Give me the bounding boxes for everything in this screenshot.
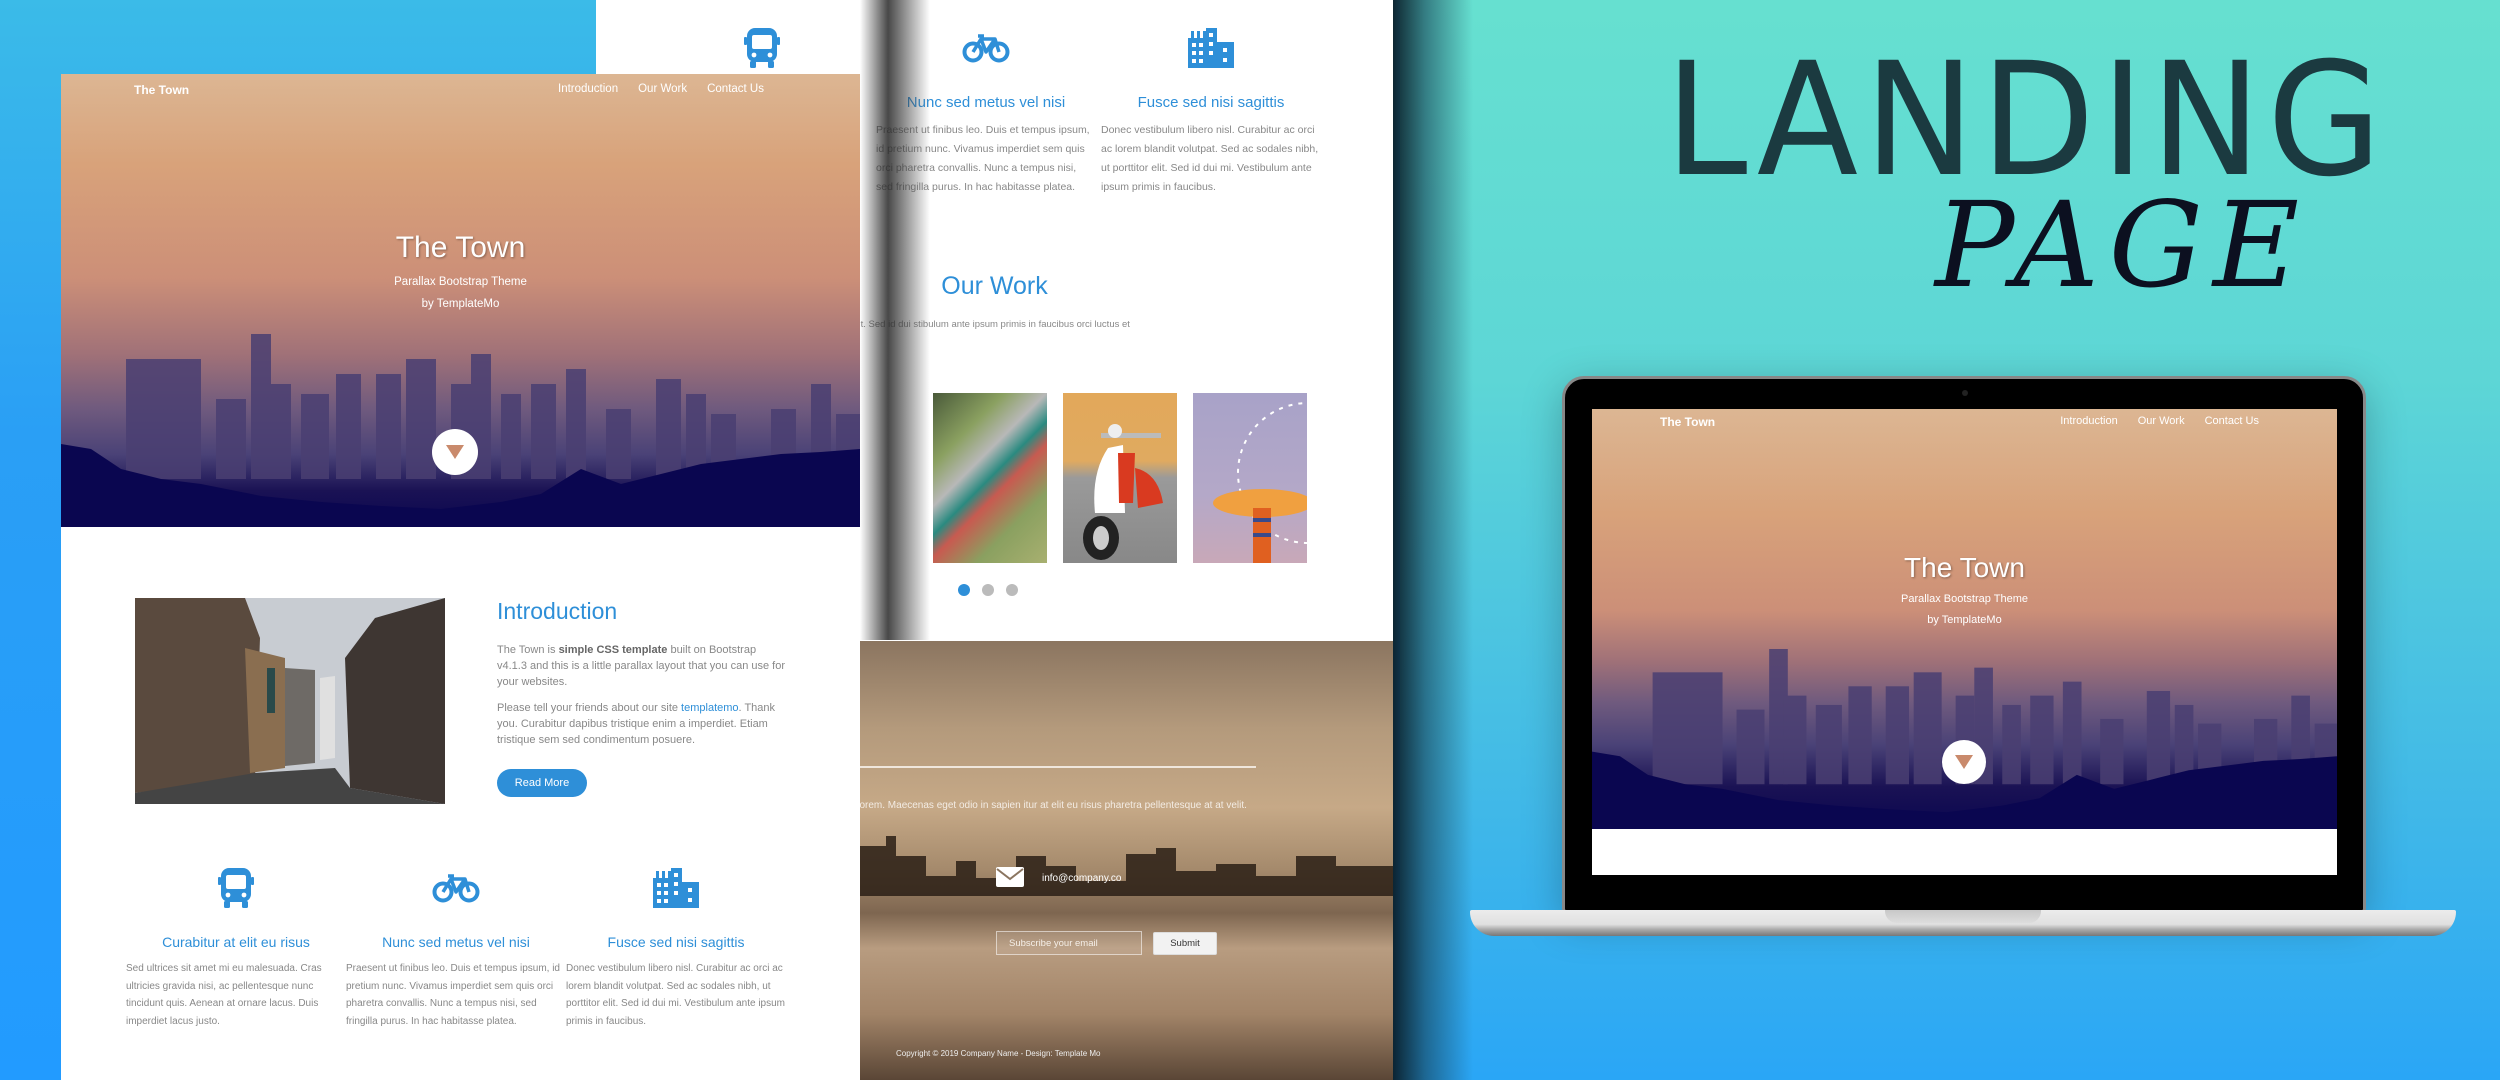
bus-icon <box>126 864 346 912</box>
nav-introduction[interactable]: Introduction <box>558 83 618 95</box>
nav-contact-us[interactable]: Contact Us <box>2205 415 2259 427</box>
service-title: Fusce sed nisi sagittis <box>1137 94 1285 111</box>
carousel-dot[interactable] <box>958 584 970 596</box>
building-icon <box>1101 24 1321 72</box>
work-thumbnail-ferris-wheel[interactable] <box>1193 393 1307 563</box>
city-skyline <box>1592 649 2337 829</box>
nav-contact-us[interactable]: Contact Us <box>707 83 764 95</box>
service-item <box>652 0 872 72</box>
panel-shadow <box>1393 0 1473 1080</box>
service-item: Curabitur at elit eu risus Sed ultrices … <box>126 864 346 1030</box>
bicycle-icon <box>346 864 566 912</box>
carousel-dot[interactable] <box>1006 584 1018 596</box>
section-title-introduction: Introduction <box>497 598 618 624</box>
bus-icon <box>652 24 872 72</box>
nav-our-work[interactable]: Our Work <box>2138 415 2185 427</box>
envelope-icon <box>996 867 1024 890</box>
templatemo-link[interactable]: templatemo <box>681 702 738 714</box>
poster-headline-landing: LANDING <box>1665 28 2388 212</box>
read-more-button[interactable]: Read More <box>497 769 587 797</box>
work-thumbnail-aerial-plaza[interactable] <box>933 393 1047 563</box>
main-nav: Introduction Our Work Contact Us <box>558 83 764 95</box>
hero-section: The Town Introduction Our Work Contact U… <box>1592 409 2337 829</box>
main-nav: Introduction Our Work Contact Us <box>2060 415 2259 427</box>
hero-title: The Town <box>395 231 526 264</box>
laptop-base <box>1470 910 2456 936</box>
intro-image-street <box>135 598 445 804</box>
hero-subtitle: Parallax Bootstrap Theme <box>1901 593 2028 605</box>
nav-brand[interactable]: The Town <box>1660 415 1715 429</box>
nav-introduction[interactable]: Introduction <box>2060 415 2117 427</box>
scroll-down-button[interactable] <box>432 429 478 475</box>
hero-section: The Town Introduction Our Work Contact U… <box>61 74 860 527</box>
building-icon <box>566 864 786 912</box>
poster-headline-page: PAGE <box>1935 176 2310 314</box>
panel-shadow <box>860 0 930 640</box>
email-address[interactable]: info@company.co <box>1042 873 1121 884</box>
hero-title: The Town <box>1904 552 2025 583</box>
service-text: Praesent ut finibus leo. Duis et tempus … <box>346 963 560 1027</box>
service-title: Nunc sed metus vel nisi <box>382 934 530 950</box>
laptop-mockup: The Town Introduction Our Work Contact U… <box>1562 376 2366 913</box>
service-item: Fusce sed nisi sagittis Donec vestibulum… <box>1101 0 1321 197</box>
carousel-pagination <box>958 584 1018 596</box>
service-text: Donec vestibulum libero nisl. Curabitur … <box>566 963 785 1027</box>
hero-byline: by TemplateMo <box>421 298 500 310</box>
service-item: Nunc sed metus vel nisi Praesent ut fini… <box>346 864 566 1030</box>
hero-subtitle: Parallax Bootstrap Theme <box>394 276 527 288</box>
intro-paragraph: Please tell your friends about our site … <box>497 702 776 746</box>
nav-our-work[interactable]: Our Work <box>638 83 687 95</box>
caret-down-icon <box>446 445 464 459</box>
contact-email: info@company.co <box>996 867 1121 890</box>
service-title: Fusce sed nisi sagittis <box>607 934 745 950</box>
copyright: Copyright © 2019 Company Name - Design: … <box>896 1049 1101 1058</box>
service-item: Fusce sed nisi sagittis Donec vestibulum… <box>566 864 786 1030</box>
subscribe-email-input[interactable] <box>996 931 1142 955</box>
carousel-dot[interactable] <box>982 584 994 596</box>
service-title: Curabitur at elit eu risus <box>162 934 310 950</box>
service-text: Sed ultrices sit amet mi eu malesuada. C… <box>126 963 322 1027</box>
page-screenshot-front: The Town Introduction Our Work Contact U… <box>61 74 860 1080</box>
caret-down-icon <box>1955 755 1973 769</box>
nav-brand[interactable]: The Town <box>134 83 189 97</box>
laptop-screen: The Town Introduction Our Work Contact U… <box>1592 409 2337 875</box>
service-text: Donec vestibulum libero nisl. Curabitur … <box>1101 124 1319 193</box>
scroll-down-button[interactable] <box>1942 740 1986 784</box>
work-thumbnail-red-scooter[interactable] <box>1063 393 1177 563</box>
intro-paragraph: The Town is simple CSS template built on… <box>497 644 785 688</box>
laptop-notch <box>1885 910 2041 923</box>
submit-button[interactable]: Submit <box>1153 932 1217 955</box>
hero-byline: by TemplateMo <box>1927 614 2002 626</box>
camera-icon <box>1962 390 1968 396</box>
